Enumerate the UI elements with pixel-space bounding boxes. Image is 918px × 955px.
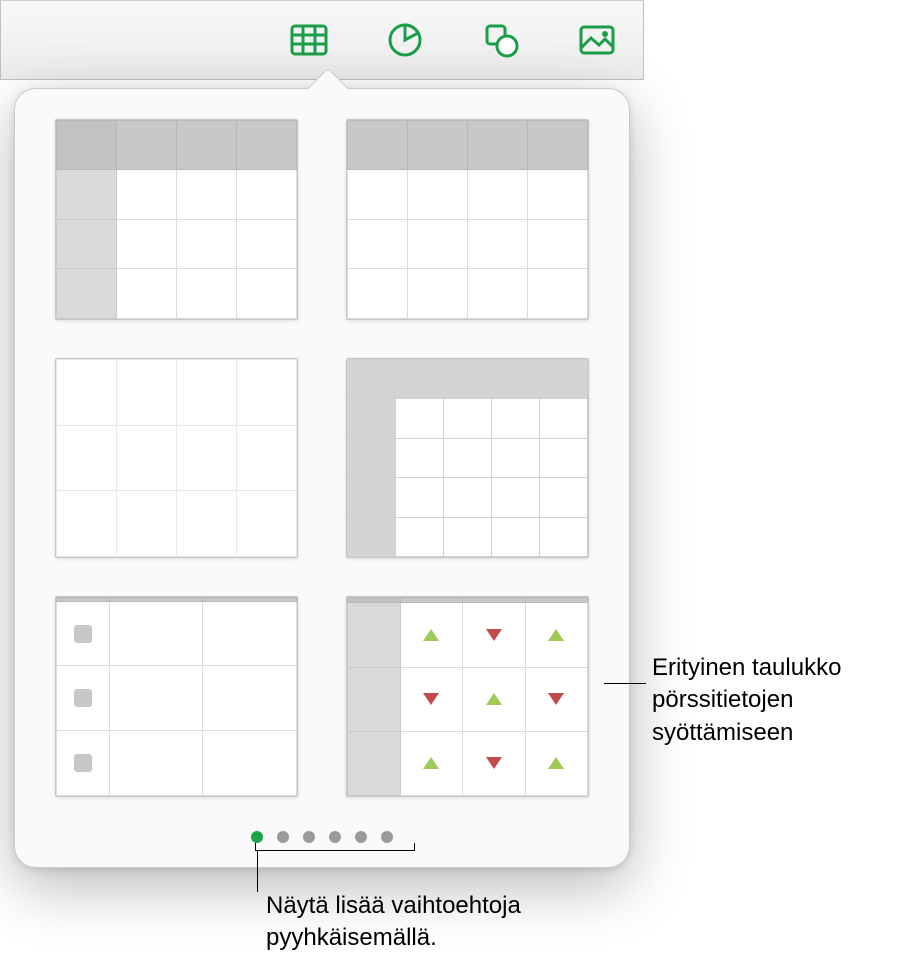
page-dot[interactable] bbox=[355, 831, 367, 843]
chart-icon bbox=[385, 20, 425, 60]
toolbar bbox=[0, 0, 644, 80]
page-dot[interactable] bbox=[251, 831, 263, 843]
table-template-header-row-col-outline[interactable] bbox=[346, 358, 589, 559]
page-dot[interactable] bbox=[303, 831, 315, 843]
page-dot[interactable] bbox=[329, 831, 341, 843]
insert-chart-button[interactable] bbox=[377, 12, 433, 68]
table-icon bbox=[289, 20, 329, 60]
triangle-up-icon bbox=[423, 757, 439, 769]
triangle-down-icon bbox=[423, 693, 439, 705]
table-style-popover bbox=[14, 88, 630, 868]
insert-shape-button[interactable] bbox=[473, 12, 529, 68]
checkbox-icon bbox=[74, 625, 92, 643]
insert-media-button[interactable] bbox=[569, 12, 625, 68]
image-icon bbox=[577, 20, 617, 60]
table-template-header-row[interactable] bbox=[346, 119, 589, 320]
table-template-header-row-and-column[interactable] bbox=[55, 119, 298, 320]
table-template-checklist[interactable] bbox=[55, 596, 298, 797]
triangle-up-icon bbox=[486, 693, 502, 705]
callout-line bbox=[604, 683, 646, 684]
triangle-down-icon bbox=[486, 757, 502, 769]
insert-table-button[interactable] bbox=[281, 12, 337, 68]
checkbox-icon bbox=[74, 754, 92, 772]
triangle-up-icon bbox=[548, 629, 564, 641]
table-template-stock[interactable] bbox=[346, 596, 589, 797]
triangle-down-icon bbox=[486, 629, 502, 641]
callout-swipe: Näytä lisää vaihtoehtoja pyyhkäisemällä. bbox=[266, 890, 686, 955]
callout-line bbox=[255, 850, 415, 851]
callout-stock-table: Erityinen taulukko pörssitietojen syöttä… bbox=[652, 652, 912, 749]
callout-tick bbox=[255, 843, 256, 851]
triangle-up-icon bbox=[548, 757, 564, 769]
triangle-down-icon bbox=[548, 693, 564, 705]
callout-line bbox=[257, 850, 258, 892]
callout-tick bbox=[414, 843, 415, 851]
page-dot[interactable] bbox=[381, 831, 393, 843]
checkbox-icon bbox=[74, 689, 92, 707]
table-template-grid bbox=[55, 119, 589, 797]
page-indicator[interactable] bbox=[15, 831, 629, 843]
page-dot[interactable] bbox=[277, 831, 289, 843]
triangle-up-icon bbox=[423, 629, 439, 641]
table-template-plain[interactable] bbox=[55, 358, 298, 559]
shape-icon bbox=[481, 20, 521, 60]
